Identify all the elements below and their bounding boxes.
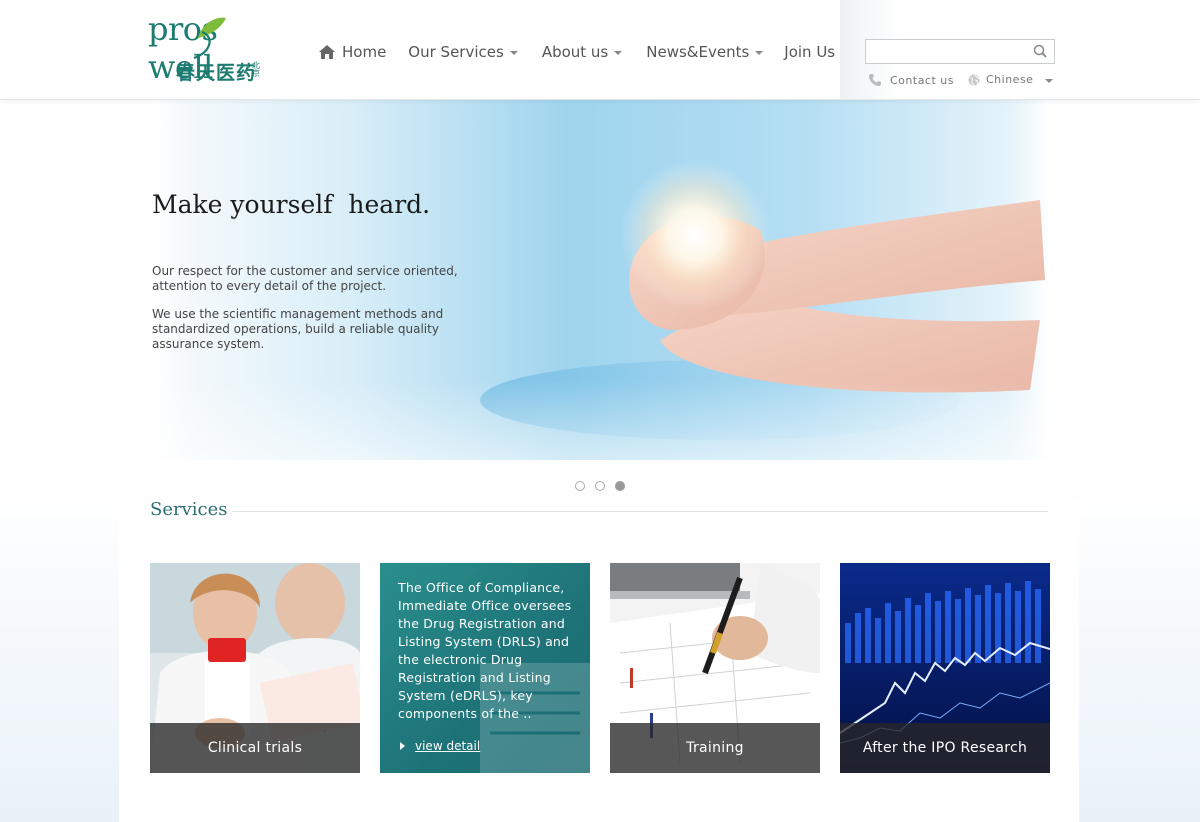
slide-dot-1[interactable] bbox=[575, 481, 585, 491]
phone-icon bbox=[869, 74, 881, 86]
nav-news-events-label: News&Events bbox=[646, 43, 750, 61]
card-caption: Training bbox=[610, 723, 820, 773]
nav-item-about-us[interactable]: About us bbox=[541, 43, 623, 61]
card-caption: Clinical trials bbox=[150, 723, 360, 773]
leaf-icon bbox=[193, 17, 226, 60]
service-card-training[interactable]: Training bbox=[610, 563, 820, 773]
card-description: The Office of Compliance, Immediate Offi… bbox=[398, 580, 572, 721]
site-header: pros well 春天医药 北京 Home Our Services Abou… bbox=[0, 0, 1200, 100]
logo[interactable]: pros well 春天医药 北京 bbox=[148, 10, 283, 86]
language-select[interactable]: Chinese bbox=[968, 73, 1033, 86]
home-icon bbox=[319, 45, 335, 59]
hero-title: Make yourself heard. bbox=[152, 190, 431, 219]
search-input[interactable] bbox=[870, 42, 1024, 61]
search-icon[interactable] bbox=[1032, 43, 1048, 59]
nav-home-label: Home bbox=[342, 43, 387, 61]
view-detail-link[interactable]: view detail bbox=[400, 739, 480, 753]
card-caption: After the IPO Research bbox=[840, 723, 1050, 773]
nav-our-services-label: Our Services bbox=[408, 43, 504, 61]
main-nav: Home Our Services About us News&Events J… bbox=[318, 40, 857, 64]
service-card-ipo-research[interactable]: After the IPO Research bbox=[840, 563, 1050, 773]
chevron-down-icon bbox=[755, 51, 764, 55]
contact-label: Contact us bbox=[890, 73, 954, 87]
service-card-clinical-trials[interactable]: Clinical trials bbox=[150, 563, 360, 773]
logo-chinese: 春天医药 bbox=[176, 62, 257, 84]
hero-banner: Make yourself heard. Our respect for the… bbox=[150, 100, 1050, 460]
logo-chinese-city: 北京 bbox=[252, 61, 260, 78]
nav-item-our-services[interactable]: Our Services bbox=[408, 43, 518, 61]
slide-dot-2[interactable] bbox=[595, 481, 605, 491]
chevron-down-icon bbox=[509, 51, 518, 55]
service-card-drls[interactable]: The Office of Compliance, Immediate Offi… bbox=[380, 563, 590, 773]
contact-link[interactable]: Contact us bbox=[868, 73, 954, 87]
view-detail-label: view detail bbox=[415, 739, 481, 753]
nav-join-us-label: Join Us bbox=[784, 43, 836, 61]
language-label: Chinese bbox=[986, 73, 1034, 86]
nav-item-news-events[interactable]: News&Events bbox=[646, 43, 764, 61]
slide-dot-3-active[interactable] bbox=[615, 481, 625, 491]
chevron-down-icon bbox=[614, 51, 623, 55]
hero-paragraph-2: We use the scientific management methods… bbox=[152, 307, 444, 351]
arrow-right-icon bbox=[400, 742, 405, 750]
nav-about-us-label: About us bbox=[541, 43, 609, 61]
globe-icon bbox=[968, 74, 980, 85]
services-heading: Services bbox=[150, 499, 228, 520]
nav-item-join-us[interactable]: Join Us bbox=[784, 43, 835, 61]
slider-pagination bbox=[575, 481, 635, 491]
hero-paragraph-1: Our respect for the customer and service… bbox=[152, 264, 458, 293]
chevron-down-icon[interactable] bbox=[1045, 79, 1053, 83]
search-box bbox=[865, 39, 1055, 64]
divider bbox=[232, 511, 1048, 512]
nav-item-home[interactable]: Home bbox=[318, 43, 386, 61]
